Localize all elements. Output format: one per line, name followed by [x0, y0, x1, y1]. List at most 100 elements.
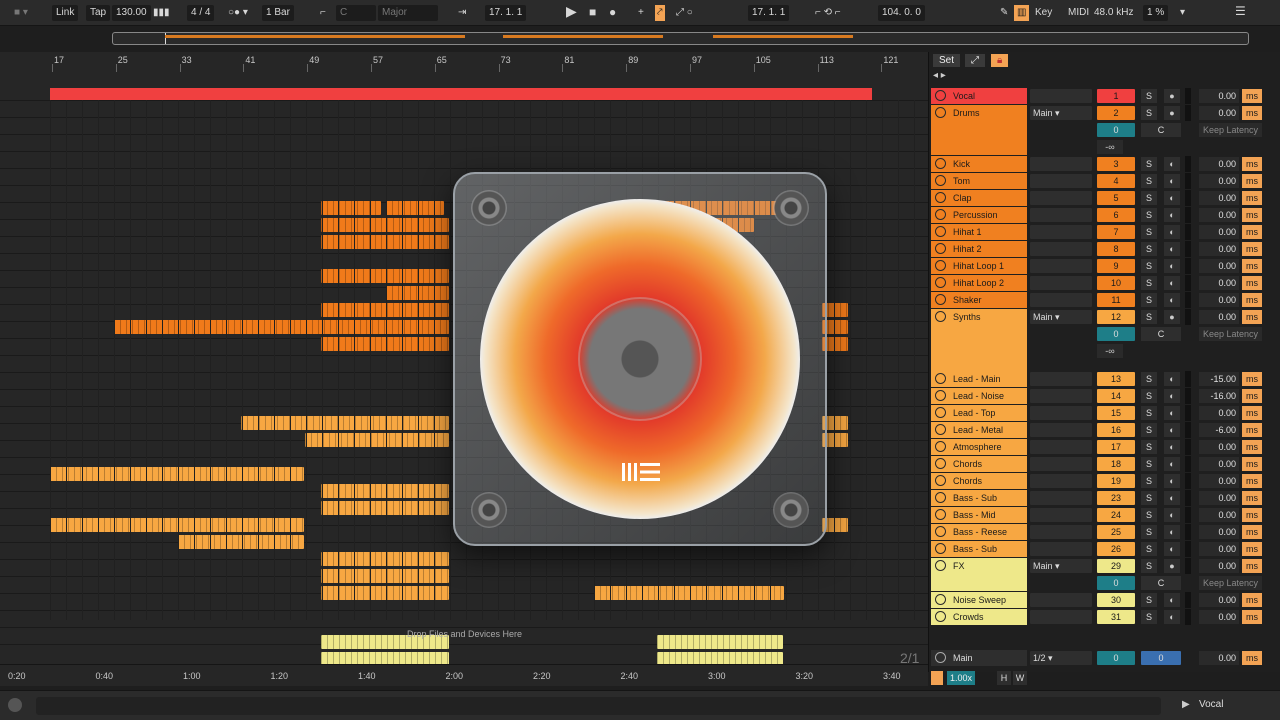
track-activator-icon[interactable] — [935, 407, 946, 418]
mixer-track[interactable]: Synths Main ▾ 12 S ● 0.00 ms — [929, 309, 1280, 371]
output-routing-dropdown[interactable] — [1030, 276, 1092, 290]
track-delay-field[interactable]: 0.00 — [1199, 310, 1239, 324]
track-delay-field[interactable]: 0.00 — [1199, 440, 1239, 454]
clip[interactable] — [321, 218, 449, 232]
solo-button[interactable]: S — [1141, 225, 1157, 239]
play-icon[interactable]: ▶ — [1182, 699, 1190, 710]
track-activator-icon[interactable] — [935, 543, 946, 554]
mixer-track[interactable]: Hihat 1 7 S ◐ 0.00 ms — [929, 224, 1280, 241]
track-activator-icon[interactable] — [935, 226, 946, 237]
solo-button[interactable]: S — [1141, 89, 1157, 103]
track-activator-icon[interactable] — [935, 158, 946, 169]
delay-unit-button[interactable]: ms — [1242, 559, 1262, 573]
mixer-track[interactable]: Chords 19 S ◐ 0.00 ms — [929, 473, 1280, 490]
track-delay-field[interactable]: 0.00 — [1199, 406, 1239, 420]
tempo-field[interactable]: 130.00 — [112, 5, 151, 21]
output-routing-dropdown[interactable] — [1030, 242, 1092, 256]
nav-arrows-icon[interactable]: ◂ ▸ — [933, 70, 946, 81]
clip[interactable] — [321, 501, 449, 515]
track-activator-icon[interactable] — [935, 458, 946, 469]
solo-button[interactable]: S — [1141, 310, 1157, 324]
track-activator-icon[interactable] — [935, 509, 946, 520]
delay-unit-button[interactable]: ms — [1242, 157, 1262, 171]
arm-button[interactable]: ● — [1164, 310, 1180, 324]
track-name[interactable]: Hihat Loop 1 — [931, 258, 1027, 274]
output-routing-dropdown[interactable] — [1030, 542, 1092, 556]
delay-unit-button[interactable]: ms — [1242, 89, 1262, 103]
mixer-track[interactable]: Bass - Sub 26 S ◐ 0.00 ms — [929, 541, 1280, 558]
track-delay-field[interactable]: 0.00 — [1199, 491, 1239, 505]
track-name[interactable]: Bass - Sub — [931, 490, 1027, 506]
group-fold-icon[interactable] — [935, 107, 946, 118]
solo-button[interactable]: S — [1141, 559, 1157, 573]
track-delay-field[interactable]: 0.00 — [1199, 508, 1239, 522]
track-delay-field[interactable]: 0.00 — [1199, 293, 1239, 307]
group-fold-icon[interactable] — [935, 560, 946, 571]
solo-button[interactable]: S — [1141, 276, 1157, 290]
follow-playhead-icon[interactable]: ⇥ — [458, 5, 466, 21]
punch-in-icon[interactable]: ⌐ ⟲ ⌐ — [815, 5, 841, 21]
output-routing-dropdown[interactable] — [1030, 174, 1092, 188]
mixer-track[interactable]: Hihat Loop 1 9 S ◐ 0.00 ms — [929, 258, 1280, 275]
track-number[interactable]: 2 — [1097, 106, 1135, 120]
solo-button[interactable]: S — [1141, 610, 1157, 624]
quantize-dropdown[interactable]: 1 Bar — [262, 5, 294, 21]
output-routing-dropdown[interactable] — [1030, 259, 1092, 273]
solo-button[interactable]: S — [1141, 542, 1157, 556]
key-button[interactable]: Key — [1035, 5, 1052, 21]
loop-length-field[interactable]: 104. 0. 0 — [878, 5, 925, 21]
track-activator-icon[interactable] — [935, 441, 946, 452]
solo-button[interactable]: S — [1141, 389, 1157, 403]
output-routing-dropdown[interactable] — [1030, 191, 1092, 205]
clip[interactable] — [594, 586, 784, 600]
mixer-track[interactable]: Bass - Mid 24 S ◐ 0.00 ms — [929, 507, 1280, 524]
track-name[interactable]: Tom — [931, 173, 1027, 189]
arm-button[interactable]: ◐ — [1164, 423, 1180, 437]
main-track[interactable]: Main 1/2 ▾ 0 0 0.00 ms — [929, 650, 1280, 667]
track-delay-field[interactable]: 0.00 — [1199, 610, 1239, 624]
track-number[interactable]: 11 — [1097, 293, 1135, 307]
track-name[interactable]: Hihat Loop 2 — [931, 275, 1027, 291]
time-ruler[interactable]: 0:20 0:40 1:00 1:20 1:40 2:00 2:20 2:40 3:00 3:20… — [0, 664, 928, 686]
track-name[interactable]: Shaker — [931, 292, 1027, 308]
solo-button[interactable]: S — [1141, 457, 1157, 471]
solo-button[interactable]: S — [1141, 372, 1157, 386]
track-name[interactable]: Hihat 2 — [931, 241, 1027, 257]
mixer-track[interactable]: Lead - Metal 16 S ◐ -6.00 ms — [929, 422, 1280, 439]
track-activator-icon[interactable] — [935, 373, 946, 384]
track-name[interactable]: Chords — [931, 456, 1027, 472]
track-delay-field[interactable]: 0.00 — [1199, 542, 1239, 556]
arm-button[interactable]: ◐ — [1164, 259, 1180, 273]
track-number[interactable]: 30 — [1097, 593, 1135, 607]
mixer-track[interactable]: Hihat Loop 2 10 S ◐ 0.00 ms — [929, 275, 1280, 292]
track-activator-icon[interactable] — [935, 526, 946, 537]
position-field[interactable]: 17. 1. 1 — [485, 5, 527, 21]
mixer-track[interactable]: Shaker 11 S ◐ 0.00 ms — [929, 292, 1280, 309]
arm-button[interactable]: ◐ — [1164, 157, 1180, 171]
time-signature-field[interactable]: 4 / 4 — [187, 5, 215, 21]
send-value[interactable]: 0 — [1097, 576, 1135, 590]
delay-unit-button[interactable]: ms — [1242, 406, 1262, 420]
arm-button[interactable]: ◐ — [1164, 610, 1180, 624]
arm-button[interactable]: ● — [1164, 89, 1180, 103]
track-activator-icon[interactable] — [935, 209, 946, 220]
output-routing-dropdown[interactable] — [1030, 89, 1092, 103]
track-delay-field[interactable]: 0.00 — [1199, 208, 1239, 222]
track-delay-field[interactable]: 0.00 — [1199, 174, 1239, 188]
track-delay-field[interactable]: -15.00 — [1199, 372, 1239, 386]
track-number[interactable]: 12 — [1097, 310, 1135, 324]
delay-unit-button[interactable]: ms — [1242, 457, 1262, 471]
arm-button[interactable]: ◐ — [1164, 225, 1180, 239]
tap-button[interactable]: Tap — [86, 5, 111, 21]
output-routing-dropdown[interactable] — [1030, 406, 1092, 420]
delay-unit-button[interactable]: ms — [1242, 610, 1262, 624]
clip[interactable] — [321, 269, 449, 283]
arm-button[interactable]: ◐ — [1164, 491, 1180, 505]
clip[interactable] — [321, 569, 449, 583]
track-number[interactable]: 29 — [1097, 559, 1135, 573]
clip[interactable] — [321, 337, 449, 351]
clip[interactable] — [657, 635, 783, 649]
output-routing-dropdown[interactable] — [1030, 440, 1092, 454]
track-name[interactable]: Chords — [931, 473, 1027, 489]
track-name[interactable]: Main — [931, 650, 1027, 666]
